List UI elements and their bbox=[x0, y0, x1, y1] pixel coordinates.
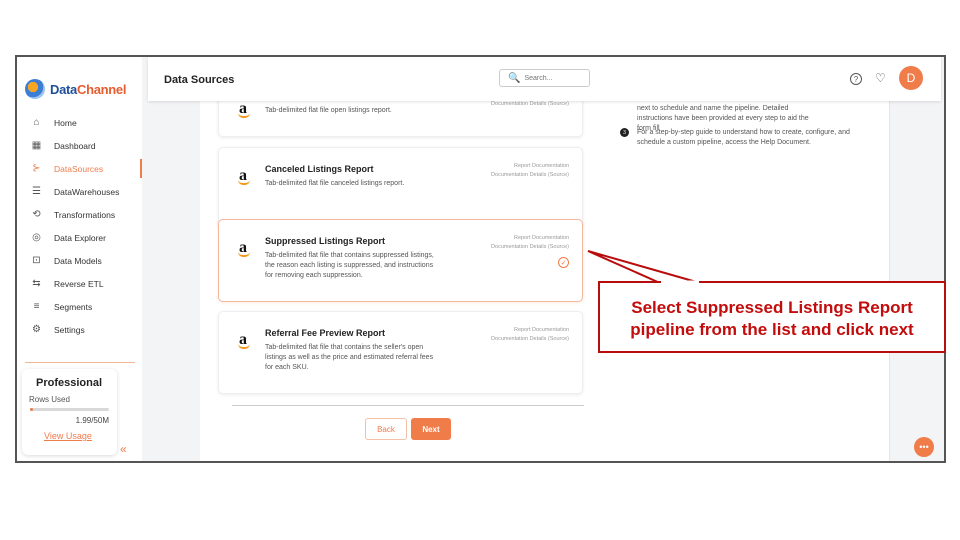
callout-pointer-mask bbox=[661, 280, 699, 284]
